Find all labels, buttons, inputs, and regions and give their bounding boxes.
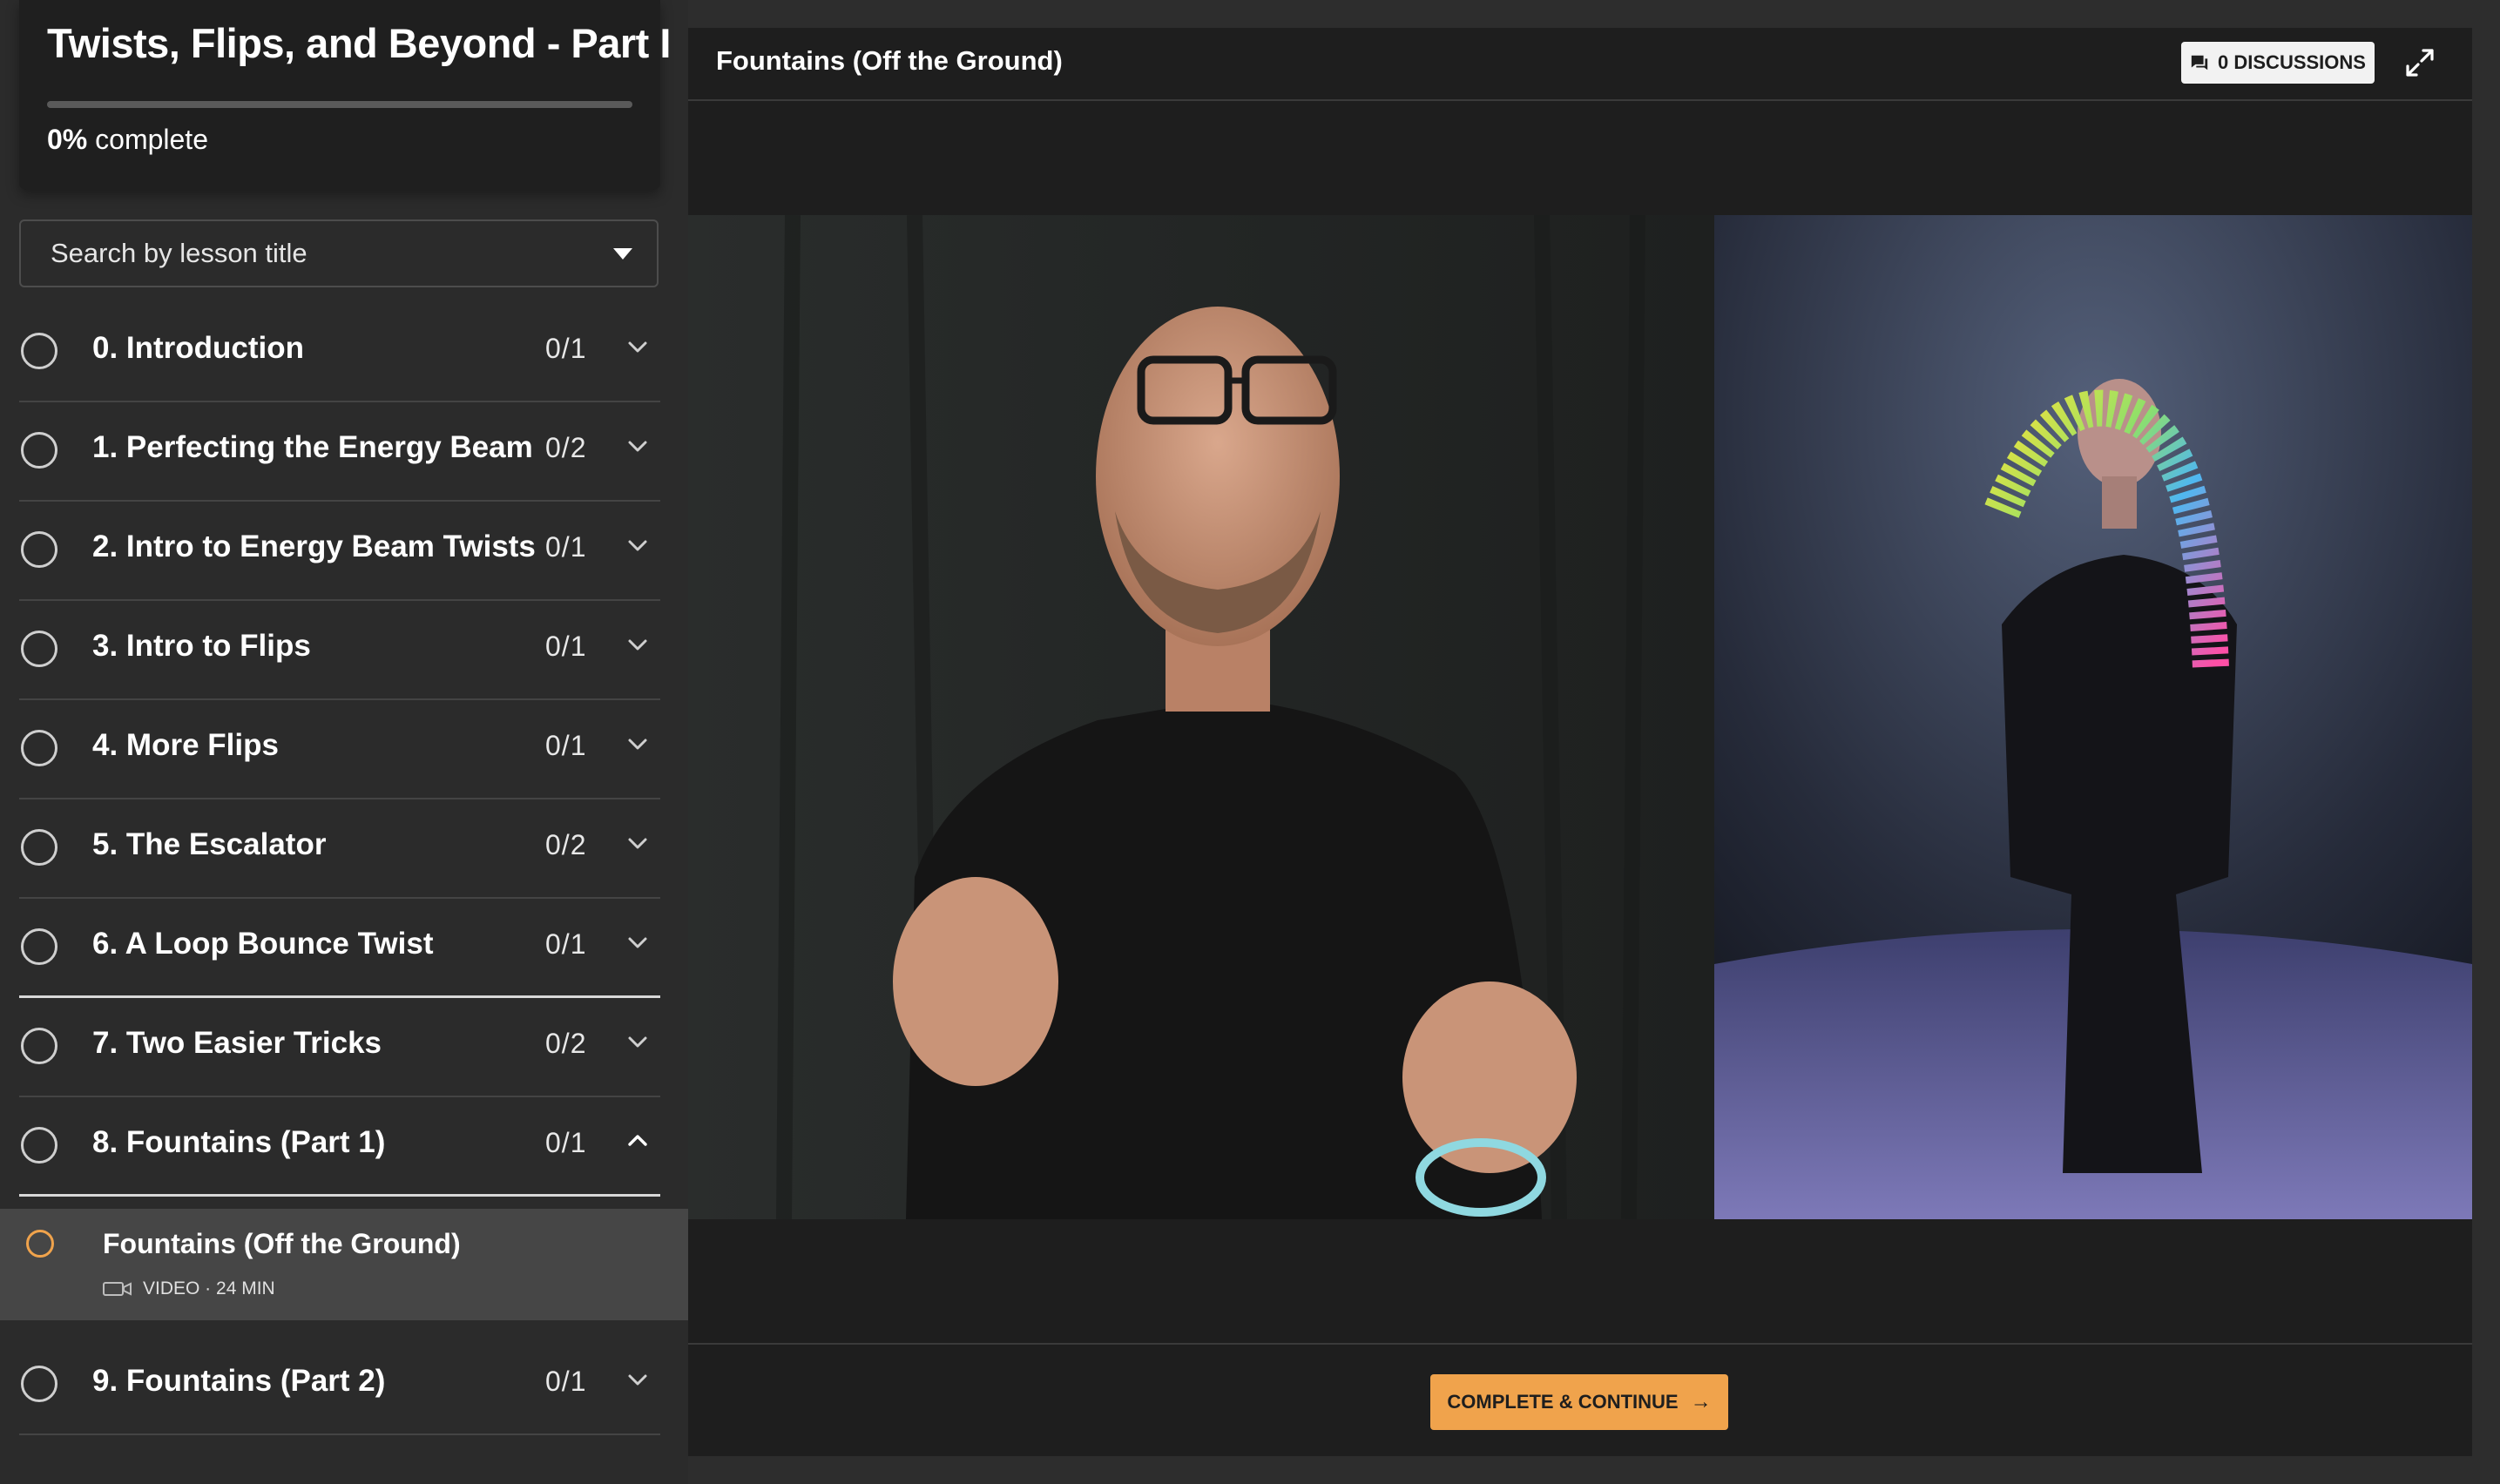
- section-row[interactable]: 7. Two Easier Tricks 0/2: [19, 998, 660, 1097]
- complete-and-continue-button[interactable]: COMPLETE & CONTINUE →: [1430, 1374, 1728, 1430]
- course-title: Twists, Flips, and Beyond - Part I: [47, 20, 671, 66]
- section-title: 8. Fountains (Part 1): [92, 1125, 386, 1159]
- section-progress-count: 0/2: [545, 1028, 587, 1059]
- lesson-item-title: Fountains (Off the Ground): [103, 1228, 461, 1259]
- section-title: 0. Introduction: [92, 331, 305, 365]
- section-progress-count: 0/1: [545, 531, 587, 563]
- lesson-search[interactable]: [19, 219, 659, 287]
- chevron-down-icon[interactable]: [625, 930, 650, 954]
- section-title: 4. More Flips: [92, 728, 279, 762]
- lesson-player: Fountains (Off the Ground) 0 DISCUSSIONS: [688, 28, 2472, 1456]
- section-status-circle-icon: [21, 531, 57, 568]
- section-row[interactable]: 1. Perfecting the Energy Beam 0/2: [19, 402, 660, 502]
- lesson-item-current[interactable]: Fountains (Off the Ground) VIDEO · 24 MIN: [0, 1209, 688, 1320]
- section-status-circle-icon: [21, 730, 57, 766]
- chat-icon: [2191, 55, 2208, 71]
- section-status-circle-icon: [21, 1028, 57, 1064]
- section-row[interactable]: 8. Fountains (Part 1) 0/1: [19, 1097, 660, 1197]
- discussions-label: 0 DISCUSSIONS: [2218, 51, 2366, 73]
- expand-icon[interactable]: [2402, 45, 2437, 80]
- complete-label: COMPLETE & CONTINUE: [1447, 1391, 1679, 1413]
- chevron-down-icon[interactable]: [625, 732, 650, 756]
- section-status-circle-icon: [21, 928, 57, 965]
- course-progress-bar: [47, 101, 632, 108]
- search-input[interactable]: [21, 221, 613, 286]
- section-title: 3. Intro to Flips: [92, 629, 311, 663]
- section-row[interactable]: 0. Introduction 0/1: [19, 303, 660, 402]
- chevron-down-icon[interactable]: [625, 831, 650, 855]
- section-row[interactable]: 3. Intro to Flips 0/1: [19, 601, 660, 700]
- lesson-footer: COMPLETE & CONTINUE →: [688, 1343, 2472, 1458]
- section-title: 1. Perfecting the Energy Beam: [92, 430, 533, 464]
- section-row[interactable]: 2. Intro to Energy Beam Twists 0/1: [19, 502, 660, 601]
- lesson-item-meta-text: VIDEO · 24 MIN: [143, 1278, 275, 1298]
- section-row[interactable]: 5. The Escalator 0/2: [19, 799, 660, 899]
- chevron-down-icon[interactable]: [625, 334, 650, 359]
- chevron-down-icon[interactable]: [625, 1367, 650, 1392]
- lesson-header: Fountains (Off the Ground) 0 DISCUSSIONS: [688, 28, 2472, 101]
- section-progress-count: 0/1: [545, 1127, 587, 1158]
- arrow-right-icon: →: [1690, 1390, 1712, 1413]
- progress-suffix: complete: [87, 124, 208, 155]
- section-status-circle-icon: [21, 829, 57, 866]
- section-title: 9. Fountains (Part 2): [92, 1364, 386, 1398]
- course-header: Twists, Flips, and Beyond - Part I 0% co…: [19, 0, 671, 190]
- section-row[interactable]: 9. Fountains (Part 2) 0/1: [19, 1336, 660, 1435]
- dropdown-caret-icon[interactable]: [613, 247, 632, 260]
- section-title: 5. The Escalator: [92, 827, 327, 861]
- video-frame-instructor: [688, 215, 1714, 1219]
- video-camera-icon: [103, 1282, 132, 1296]
- section-row[interactable]: 6. A Loop Bounce Twist 0/1: [19, 899, 660, 998]
- section-row[interactable]: 4. More Flips 0/1: [19, 700, 660, 799]
- chevron-down-icon[interactable]: [625, 533, 650, 557]
- section-progress-count: 0/1: [545, 1366, 587, 1397]
- chevron-down-icon[interactable]: [625, 434, 650, 458]
- chevron-down-icon[interactable]: [625, 632, 650, 657]
- section-list: 0. Introduction 0/1 1. Perfecting the Ener…: [0, 303, 688, 1435]
- section-status-circle-icon: [21, 1366, 57, 1402]
- discussions-button[interactable]: 0 DISCUSSIONS: [2181, 42, 2375, 84]
- lesson-status-circle-icon: [26, 1230, 54, 1258]
- section-status-circle-icon: [21, 333, 57, 369]
- video-player[interactable]: [688, 215, 2472, 1219]
- section-title: 6. A Loop Bounce Twist: [92, 927, 434, 961]
- section-title: 2. Intro to Energy Beam Twists: [92, 530, 536, 563]
- progress-percent: 0%: [47, 124, 88, 155]
- section-status-circle-icon: [21, 1127, 57, 1164]
- chevron-down-icon[interactable]: [625, 1029, 650, 1054]
- video-frame-demo: [1714, 215, 2472, 1219]
- sidebar: Twists, Flips, and Beyond - Part I 0% co…: [0, 0, 688, 1484]
- section-progress-count: 0/1: [545, 333, 587, 364]
- lesson-title: Fountains (Off the Ground): [716, 45, 1063, 76]
- course-progress-text: 0% complete: [47, 124, 208, 156]
- section-progress-count: 0/1: [545, 730, 587, 761]
- lesson-item-meta: VIDEO · 24 MIN: [103, 1278, 275, 1299]
- chevron-up-icon[interactable]: [625, 1129, 650, 1153]
- section-progress-count: 0/2: [545, 829, 587, 860]
- section-progress-count: 0/2: [545, 432, 587, 463]
- section-title: 7. Two Easier Tricks: [92, 1026, 382, 1060]
- section-status-circle-icon: [21, 631, 57, 667]
- section-progress-count: 0/1: [545, 631, 587, 662]
- section-status-circle-icon: [21, 432, 57, 469]
- section-progress-count: 0/1: [545, 928, 587, 960]
